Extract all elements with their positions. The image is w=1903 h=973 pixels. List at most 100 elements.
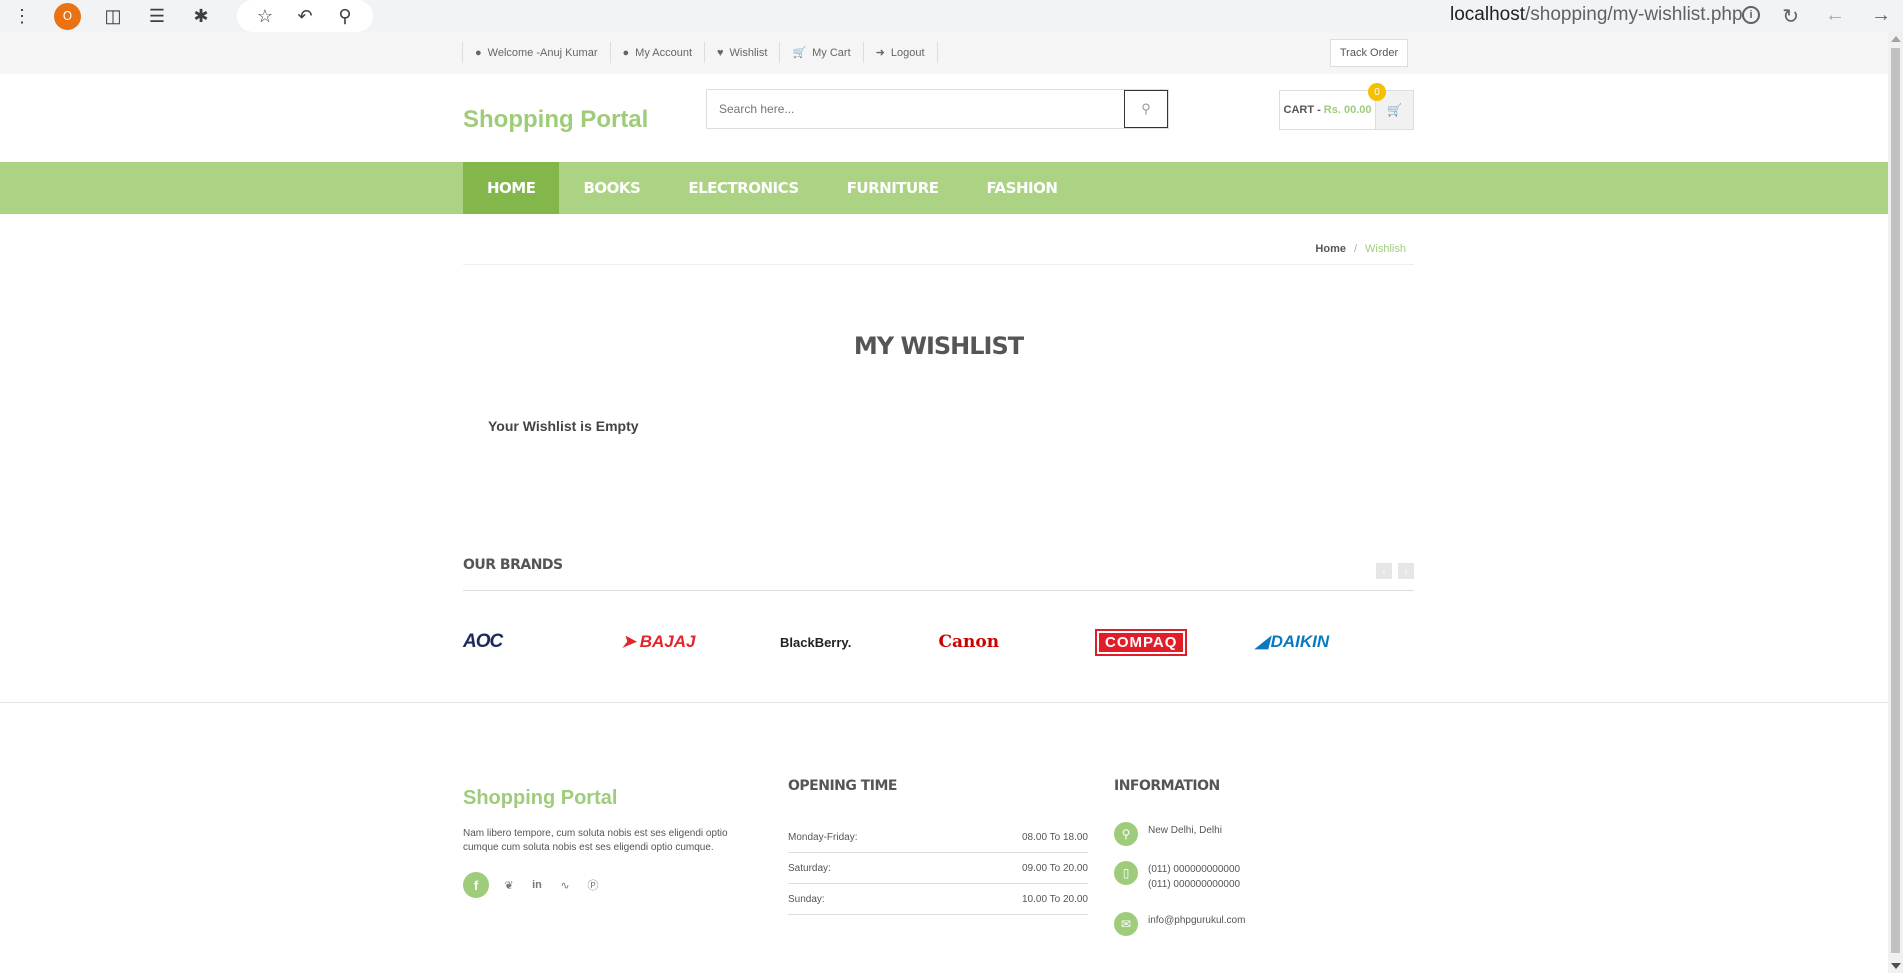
brands-header: OUR BRANDS ‹ ›: [463, 557, 1414, 591]
user-icon: ●: [622, 46, 630, 59]
page-title: MY WISHLIST: [853, 332, 1024, 360]
footer-divider: [0, 702, 1888, 703]
url-host: localhost: [1450, 4, 1525, 25]
my-account-link[interactable]: ● My Account: [609, 42, 705, 63]
header: Shopping Portal ⚲ CART -Rs. 00.00 🛒 0: [0, 74, 1888, 162]
main-nav: HOME BOOKS ELECTRONICS FURNITURE FASHION: [0, 162, 1888, 214]
brand-logo-bajaj-wrap[interactable]: ➤ BAJAJ: [622, 628, 781, 656]
site-info-icon[interactable]: i: [1742, 6, 1760, 24]
nav-furniture[interactable]: FURNITURE: [823, 162, 963, 214]
brand-logo-aoc[interactable]: AOC: [463, 628, 622, 656]
address-text: New Delhi, Delhi: [1148, 825, 1222, 836]
search-bar: ⚲: [706, 89, 1169, 129]
hours-time: 08.00 To 18.00: [1022, 831, 1088, 843]
welcome-link[interactable]: ● Welcome -Anuj Kumar: [462, 42, 610, 63]
my-account-label: My Account: [635, 46, 693, 59]
page-scrollbar[interactable]: [1888, 32, 1903, 973]
brands-heading: OUR BRANDS: [463, 557, 563, 573]
reload-icon[interactable]: ↻: [1782, 4, 1799, 29]
nav-books[interactable]: BOOKS: [559, 162, 664, 214]
cart-count-badge: 0: [1368, 83, 1386, 101]
reading-list-icon[interactable]: ☰: [145, 4, 169, 28]
browser-toolbar: ⋮ O ◫ ☰ ✱ ☆ ↶ ⚲ localhost/shopping/my-wi…: [0, 0, 1903, 32]
my-cart-label: My Cart: [812, 46, 851, 59]
brand-logo-daikin-wrap[interactable]: ◢ DAIKIN: [1256, 628, 1415, 656]
phone-1: (011) 000000000000: [1148, 864, 1241, 875]
scrollbar-thumb[interactable]: [1891, 48, 1900, 953]
nav-fashion[interactable]: FASHION: [963, 162, 1082, 214]
logout-link[interactable]: ➜ Logout: [862, 42, 938, 63]
wishlist-link[interactable]: ♥ Wishlist: [704, 42, 779, 63]
welcome-label: Welcome -Anuj Kumar: [487, 46, 598, 59]
breadcrumb-separator: /: [1353, 242, 1358, 255]
sidebar-icon[interactable]: ◫: [101, 4, 125, 28]
brand-logo-canon[interactable]: Canon: [939, 628, 1098, 656]
logout-label: Logout: [890, 46, 925, 59]
brand-logo-compaq: COMPAQ: [1094, 628, 1188, 656]
cart-label: CART -: [1283, 104, 1321, 116]
hours-time: 10.00 To 20.00: [1022, 893, 1088, 905]
hours-day: Saturday:: [788, 862, 831, 874]
back-icon[interactable]: ←: [1825, 4, 1845, 29]
hours-row: Sunday: 10.00 To 20.00: [788, 884, 1088, 915]
mobile-icon: ▯: [1114, 861, 1138, 885]
search-button[interactable]: ⚲: [1124, 90, 1168, 128]
extensions-icon[interactable]: ✱: [189, 4, 213, 28]
footer-about: Nam libero tempore, cum soluta nobis est…: [463, 828, 728, 853]
site-logo[interactable]: Shopping Portal: [463, 106, 648, 134]
breadcrumb-home[interactable]: Home: [1315, 243, 1346, 255]
cart-amount: Rs. 00.00: [1323, 104, 1372, 116]
breadcrumb: Home / Wishlish: [463, 233, 1414, 265]
menu-dots-icon[interactable]: ⋮: [10, 4, 34, 28]
brands-next-button[interactable]: ›: [1398, 563, 1414, 579]
track-order-button[interactable]: Track Order: [1330, 39, 1408, 67]
cart-icon: 🛒: [792, 47, 807, 59]
information-heading: INFORMATION: [1114, 778, 1220, 794]
my-cart-link[interactable]: 🛒 My Cart: [779, 42, 862, 63]
phone-text: (011) 000000000000 (011) 000000000000: [1148, 862, 1240, 892]
hours-row: Monday-Friday: 08.00 To 18.00: [788, 822, 1088, 853]
social-links: f ❦ in ∿ Ⓟ: [463, 872, 601, 898]
heart-icon: ♥: [717, 46, 724, 59]
empty-wishlist-message: Your Wishlist is Empty: [488, 418, 639, 434]
brand-logo-compaq-wrap[interactable]: COMPAQ: [1094, 628, 1256, 656]
forward-icon[interactable]: →: [1871, 4, 1891, 29]
brands-prev-button[interactable]: ‹: [1376, 563, 1392, 579]
address-item: ⚲ New Delhi, Delhi: [1114, 822, 1222, 846]
address-bar[interactable]: localhost/shopping/my-wishlist.php: [1450, 4, 1743, 26]
footer-logo[interactable]: Shopping Portal: [463, 787, 617, 810]
profile-avatar[interactable]: O: [54, 2, 81, 30]
share-icon[interactable]: ↶: [293, 4, 317, 28]
search-icon: ⚲: [1141, 101, 1151, 116]
brand-logo-bajaj: BAJAJ: [639, 632, 696, 651]
pinterest-icon[interactable]: Ⓟ: [585, 877, 601, 893]
phone-2: (011) 000000000000: [1148, 879, 1241, 890]
phone-item: ▯ (011) 000000000000 (011) 000000000000: [1114, 861, 1240, 892]
cart-summary[interactable]: CART - Rs. 00.00 🛒 0: [1279, 83, 1414, 130]
opening-time-heading: OPENING TIME: [788, 778, 898, 794]
brand-logo-blackberry[interactable]: BlackBerry.: [780, 628, 939, 656]
logout-icon: ➜: [875, 47, 885, 59]
url-path: /shopping/my-wishlist.php: [1525, 4, 1743, 25]
brand-carousel: AOC ➤ BAJAJ BlackBerry. Canon COMPAQ ◢ DAI…: [463, 628, 1414, 656]
email-text[interactable]: info@phpgurukul.com: [1148, 913, 1245, 936]
nav-home[interactable]: HOME: [463, 162, 560, 214]
search-input[interactable]: [707, 90, 1124, 128]
twitter-icon[interactable]: ❦: [501, 877, 517, 893]
hours-row: Saturday: 09.00 To 20.00: [788, 853, 1088, 884]
scroll-down-icon[interactable]: [1891, 963, 1901, 969]
envelope-icon: ✉: [1114, 912, 1138, 936]
bookmark-star-icon[interactable]: ☆: [253, 4, 277, 28]
location-pin-icon: ⚲: [1114, 822, 1138, 846]
scroll-up-icon[interactable]: [1891, 36, 1901, 42]
rss-icon[interactable]: ∿: [557, 877, 573, 893]
cart-text: CART - Rs. 00.00: [1280, 91, 1375, 129]
facebook-icon[interactable]: f: [463, 872, 489, 898]
hours-day: Monday-Friday:: [788, 831, 858, 843]
breadcrumb-current: Wishlish: [1365, 242, 1406, 255]
zoom-search-icon[interactable]: ⚲: [333, 4, 357, 28]
user-icon: ●: [475, 46, 482, 59]
linkedin-icon[interactable]: in: [529, 877, 545, 893]
nav-electronics[interactable]: ELECTRONICS: [664, 162, 822, 214]
brand-logo-daikin: DAIKIN: [1270, 632, 1330, 651]
